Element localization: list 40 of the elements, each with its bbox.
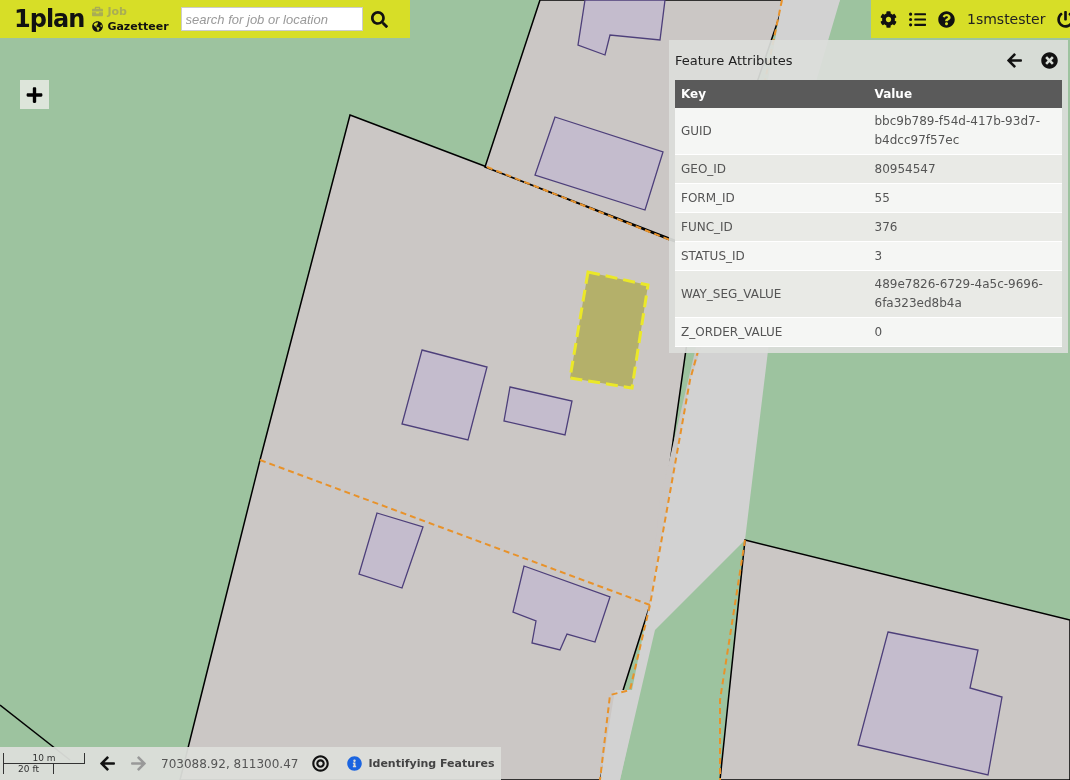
power-button[interactable] [1057, 10, 1070, 28]
key-cell: FUNC_ID [675, 212, 869, 242]
panel-title: Feature Attributes [675, 52, 794, 68]
key-cell: FORM_ID [675, 183, 869, 213]
target-button[interactable] [312, 755, 330, 772]
value-cell: bbc9b789-f54d-417b-93d7-b4dcc97f57ec [868, 108, 1062, 155]
value-cell: 80954547 [868, 154, 1062, 184]
status-text: Identifying Features [368, 757, 495, 770]
key-cell: STATUS_ID [675, 241, 869, 271]
key-cell: GEO_ID [675, 154, 869, 184]
value-cell: 376 [868, 212, 1062, 242]
value-cell: 3 [868, 241, 1062, 271]
search-field[interactable]: search for job or location [180, 7, 363, 31]
column-header: Key [675, 80, 869, 108]
value-cell: 489e7826-6729-4a5c-9696-6fa323ed8b4a [868, 270, 1062, 318]
nav-link[interactable]: Gazetteer [92, 20, 169, 33]
scale-bar-metric: 10 m [3, 753, 85, 764]
scale-bar-imperial: 20 ft [3, 764, 54, 774]
column-header: Value [868, 80, 1062, 108]
back-button[interactable] [1006, 51, 1023, 69]
nav-label: Gazetteer [107, 20, 169, 33]
help-button[interactable] [938, 10, 955, 28]
close-button[interactable] [1041, 51, 1058, 69]
key-cell: Z_ORDER_VALUE [675, 317, 869, 347]
search-button[interactable] [370, 10, 388, 28]
plus-icon [26, 85, 43, 104]
value-cell: 55 [868, 183, 1062, 213]
key-cell: WAY_SEG_VALUE [675, 270, 869, 318]
logo: 1plan [14, 5, 85, 33]
user-name: 1smstester [967, 11, 1046, 27]
briefcase-icon [92, 6, 104, 17]
coordinates: 703088.92, 811300.47 [161, 756, 299, 771]
value-cell: 0 [868, 317, 1062, 347]
globe-icon [92, 21, 104, 32]
key-cell: GUID [675, 108, 869, 155]
info-icon [347, 756, 363, 771]
list-button[interactable] [909, 10, 926, 28]
back-button[interactable] [99, 755, 116, 772]
settings-button[interactable] [880, 10, 897, 28]
zoom-in-button[interactable] [20, 80, 49, 109]
